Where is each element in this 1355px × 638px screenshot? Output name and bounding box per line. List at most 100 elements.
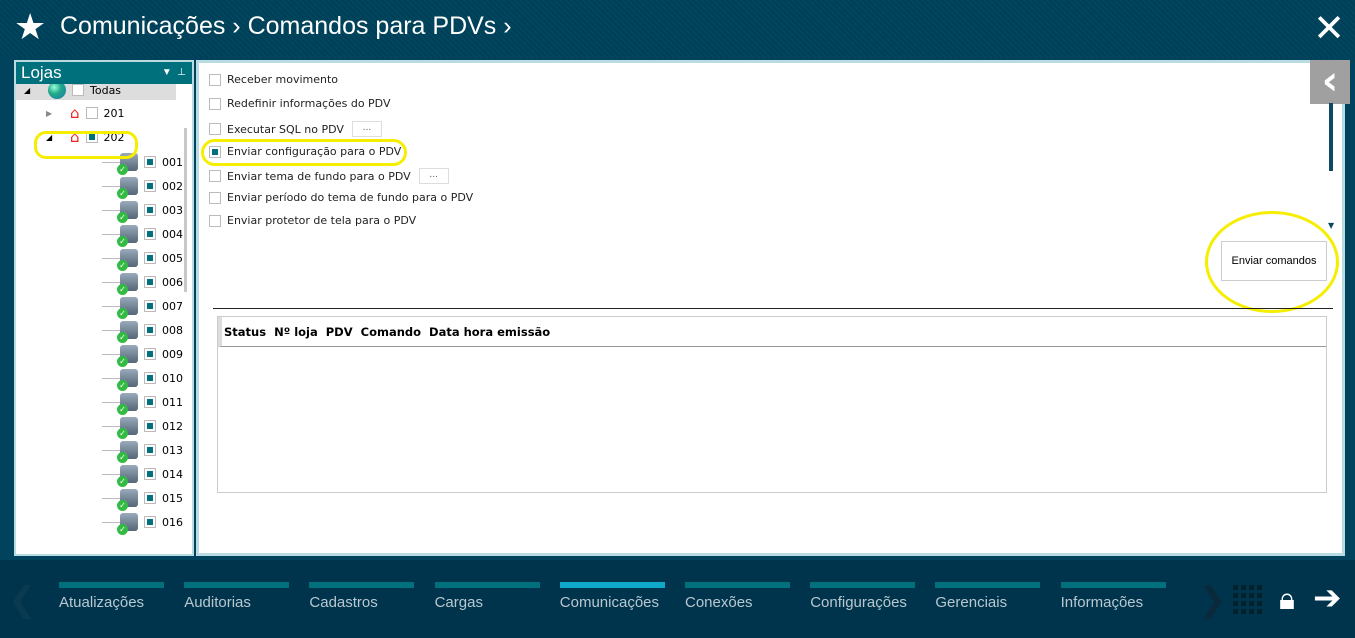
- checkbox[interactable]: [209, 170, 221, 182]
- nav-bar: [935, 582, 1041, 588]
- checkbox[interactable]: [209, 191, 221, 204]
- nav-prev-icon[interactable]: ❮: [8, 580, 37, 620]
- grid-menu-icon[interactable]: [1233, 582, 1265, 614]
- nav-item[interactable]: Conexões: [685, 582, 790, 611]
- tree-node-label: 003: [162, 203, 183, 217]
- column-header[interactable]: Status: [224, 325, 266, 339]
- tree-node[interactable]: ✓ 015: [68, 488, 183, 511]
- expand-arrow-icon[interactable]: ◢: [24, 86, 38, 95]
- checkbox[interactable]: [144, 324, 156, 336]
- column-header[interactable]: Comando: [361, 325, 421, 339]
- pdv-ok-icon: ✓: [117, 249, 138, 271]
- checkbox[interactable]: [144, 300, 156, 312]
- option-label: Enviar protetor de tela para o PDV: [227, 214, 417, 227]
- nav-bar: [59, 582, 164, 588]
- nav-item[interactable]: Informações: [1060, 582, 1166, 611]
- commands-grid: Status Nº loja PDV Comando Data hora emissão: [217, 316, 1327, 493]
- tree-node-label: Todas: [90, 84, 122, 97]
- tree-node-label: 005: [162, 251, 183, 265]
- tree-node[interactable]: ✓ 011: [68, 392, 183, 415]
- command-option[interactable]: Executar SQL no PDV...: [209, 121, 382, 137]
- checkbox[interactable]: [144, 156, 156, 168]
- checkbox[interactable]: [144, 276, 156, 288]
- lock-icon[interactable]: 🔒︎: [1279, 582, 1295, 617]
- pdv-ok-icon: ✓: [117, 369, 138, 391]
- checkbox[interactable]: [209, 73, 221, 86]
- dropdown-icon[interactable]: ▼: [162, 67, 172, 78]
- column-header[interactable]: Data hora emissão: [429, 325, 550, 339]
- column-header[interactable]: PDV: [326, 325, 353, 339]
- command-option[interactable]: Receber movimento: [209, 73, 338, 86]
- tree-node[interactable]: ✓ 016: [68, 512, 183, 535]
- pdv-ok-icon: ✓: [117, 513, 138, 535]
- nav-bar: [810, 582, 916, 588]
- tree-node[interactable]: ✓ 005: [68, 248, 183, 271]
- column-header[interactable]: Nº loja: [274, 325, 318, 339]
- tree-node[interactable]: ✓ 002: [68, 176, 183, 199]
- tree-node[interactable]: ✓ 010: [68, 368, 183, 391]
- browse-button[interactable]: ...: [418, 168, 449, 184]
- browse-button[interactable]: ...: [351, 121, 382, 137]
- tree-node[interactable]: ▶ ⌂ 201: [46, 103, 125, 123]
- checkbox[interactable]: [144, 444, 156, 456]
- command-option[interactable]: Enviar período do tema de fundo para o P…: [209, 191, 473, 204]
- checkbox[interactable]: [144, 228, 156, 240]
- nav-item[interactable]: Atualizações: [59, 582, 164, 611]
- checkbox[interactable]: [144, 396, 156, 408]
- bottom-nav: ❮ Atualizações Auditorias Cadastros Cargas C…: [0, 560, 1355, 638]
- checkbox[interactable]: [209, 97, 221, 110]
- nav-item[interactable]: Comunicações: [559, 582, 665, 611]
- star-icon[interactable]: ★: [14, 8, 46, 48]
- collapse-arrow-icon[interactable]: ▶: [46, 109, 60, 118]
- tree-node[interactable]: ✓ 006: [68, 272, 183, 295]
- checkbox[interactable]: [144, 420, 156, 432]
- tree-node-label: 016: [162, 515, 183, 529]
- checkbox[interactable]: [85, 107, 98, 119]
- checkbox[interactable]: [144, 180, 156, 192]
- option-label: Receber movimento: [227, 73, 339, 86]
- checkbox[interactable]: [144, 516, 156, 528]
- checkbox[interactable]: [144, 492, 156, 504]
- tree-node[interactable]: ✓ 004: [68, 224, 183, 247]
- tree-node[interactable]: ✓ 003: [68, 200, 183, 223]
- command-option[interactable]: Redefinir informações do PDV: [209, 97, 390, 110]
- scrollbar[interactable]: [184, 128, 187, 292]
- tree-node[interactable]: ✓ 009: [68, 344, 183, 367]
- pdv-ok-icon: ✓: [117, 441, 138, 463]
- collapse-button[interactable]: ‹: [1310, 60, 1350, 104]
- tree-node[interactable]: ◢ Todas: [16, 84, 176, 100]
- dropdown-icon[interactable]: ▼: [1328, 221, 1334, 230]
- checkbox[interactable]: [144, 372, 156, 384]
- nav-next-icon[interactable]: ❯: [1198, 580, 1227, 620]
- tree-node[interactable]: ✓ 007: [68, 296, 183, 319]
- logout-arrow-icon[interactable]: ➔: [1313, 578, 1342, 618]
- command-option[interactable]: Enviar protetor de tela para o PDV: [209, 214, 416, 227]
- tree-node[interactable]: ✓ 014: [68, 464, 183, 487]
- scrollbar[interactable]: [1329, 103, 1333, 171]
- checkbox[interactable]: [144, 204, 156, 216]
- nav-item[interactable]: Cadastros: [309, 582, 415, 611]
- nav-item[interactable]: Configurações: [810, 582, 916, 611]
- close-icon[interactable]: ✕: [1313, 8, 1345, 48]
- pin-icon[interactable]: ⊥: [177, 67, 186, 78]
- nav-bar: [1060, 582, 1166, 588]
- tree-node[interactable]: ✓ 008: [68, 320, 183, 343]
- checkbox[interactable]: [209, 214, 221, 227]
- checkbox[interactable]: [209, 123, 221, 135]
- tree-node[interactable]: ✓ 013: [68, 440, 183, 463]
- command-option[interactable]: Enviar tema de fundo para o PDV...: [209, 168, 449, 184]
- checkbox[interactable]: [144, 252, 156, 264]
- nav-item[interactable]: Gerenciais: [935, 582, 1041, 611]
- option-label: Executar SQL no PDV: [227, 122, 344, 136]
- breadcrumb: Comunicações › Comandos para PDVs ›: [60, 12, 512, 40]
- nav-item[interactable]: Cargas: [434, 582, 540, 611]
- nav-item[interactable]: Auditorias: [184, 582, 290, 611]
- checkbox[interactable]: [72, 84, 84, 96]
- store-icon: ⌂: [70, 104, 80, 122]
- checkbox[interactable]: [144, 348, 156, 360]
- tree-node[interactable]: ✓ 012: [68, 416, 183, 439]
- checkbox[interactable]: [144, 468, 156, 480]
- tree-node-label: 014: [162, 467, 183, 481]
- nav-label: Cadastros: [309, 594, 378, 611]
- highlight: [201, 139, 407, 166]
